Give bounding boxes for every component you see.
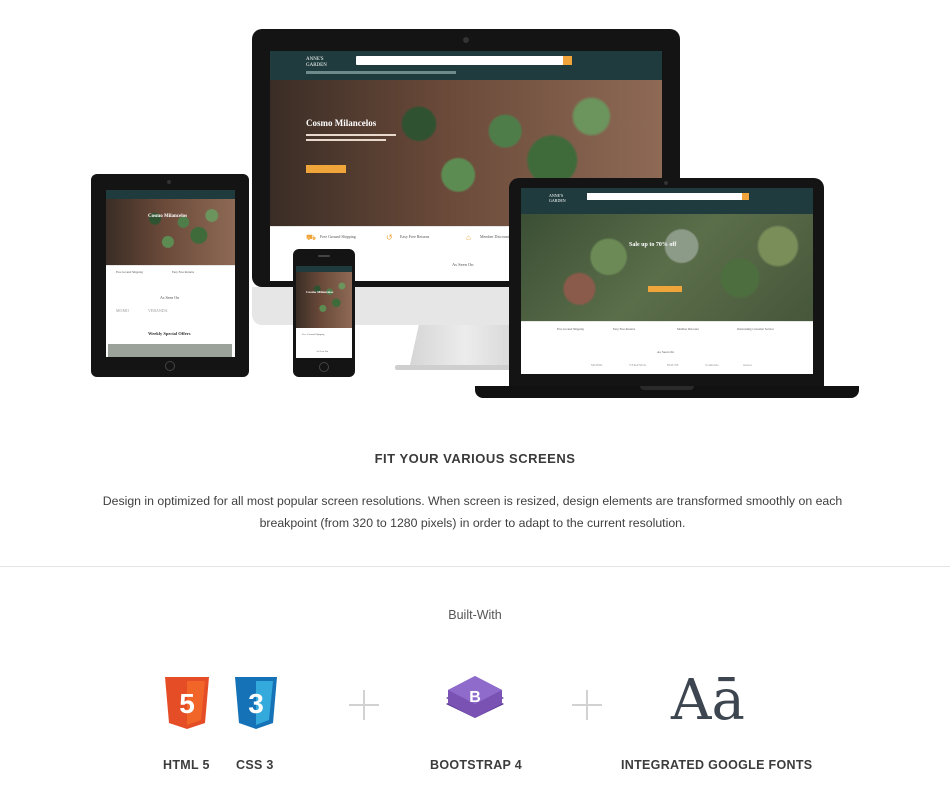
svg-text:5: 5 xyxy=(179,688,195,719)
truck-icon: ⛟ xyxy=(306,233,317,242)
return-icon: ↺ xyxy=(386,233,393,242)
html5-label: HTML 5 xyxy=(163,758,210,772)
hero-title: Cosmo Milancelos xyxy=(306,118,377,128)
tablet-screen: Cosmo Milancelos Free Ground Shipping Ea… xyxy=(106,190,235,357)
google-fonts-label: INTEGRATED GOOGLE FONTS xyxy=(621,758,813,772)
tablet: Cosmo Milancelos Free Ground Shipping Ea… xyxy=(91,174,249,377)
svg-text:3: 3 xyxy=(248,688,264,719)
home-button-icon xyxy=(165,361,175,371)
camera-icon xyxy=(167,180,171,184)
plus-icon xyxy=(349,690,379,720)
monitor-stand xyxy=(410,325,520,365)
member-icon: ⌂ xyxy=(466,233,471,242)
html5-icon: 5 xyxy=(163,677,211,729)
search-icon[interactable] xyxy=(563,56,572,65)
laptop-hero-button[interactable] xyxy=(648,286,682,292)
laptop: ANNE'S GARDEN Sale up to 70% off Free Gr… xyxy=(509,178,824,388)
search-bar[interactable] xyxy=(356,56,570,65)
seen-on-heading: As Seen On xyxy=(452,262,474,267)
css3-label: CSS 3 xyxy=(236,758,274,772)
section-divider xyxy=(0,566,950,567)
laptop-hero-title: Sale up to 70% off xyxy=(629,242,677,248)
phone-screen: Cosmo Milancelos Free Ground Shipping As… xyxy=(296,266,352,358)
hero-button[interactable] xyxy=(306,165,346,173)
plus-icon xyxy=(572,690,602,720)
fit-title: FIT YOUR VARIOUS SCREENS xyxy=(374,451,576,466)
google-fonts-icon: Aā xyxy=(671,668,745,733)
bootstrap-label: BOOTSTRAP 4 xyxy=(430,758,522,772)
svg-text:B: B xyxy=(469,689,481,706)
brand-logo: ANNE'S GARDEN xyxy=(306,57,327,68)
fit-description: Design in optimized for all most popular… xyxy=(102,494,843,530)
nav-menu xyxy=(306,71,456,74)
bootstrap-icon: B xyxy=(444,674,506,732)
phone: Cosmo Milancelos Free Ground Shipping As… xyxy=(293,249,355,377)
home-button-icon xyxy=(319,362,329,372)
camera-icon xyxy=(463,37,469,43)
camera-icon xyxy=(664,181,668,185)
built-with-title: Built-With xyxy=(448,608,502,622)
laptop-screen: ANNE'S GARDEN Sale up to 70% off Free Gr… xyxy=(521,188,813,374)
css3-icon: 3 xyxy=(233,677,279,729)
